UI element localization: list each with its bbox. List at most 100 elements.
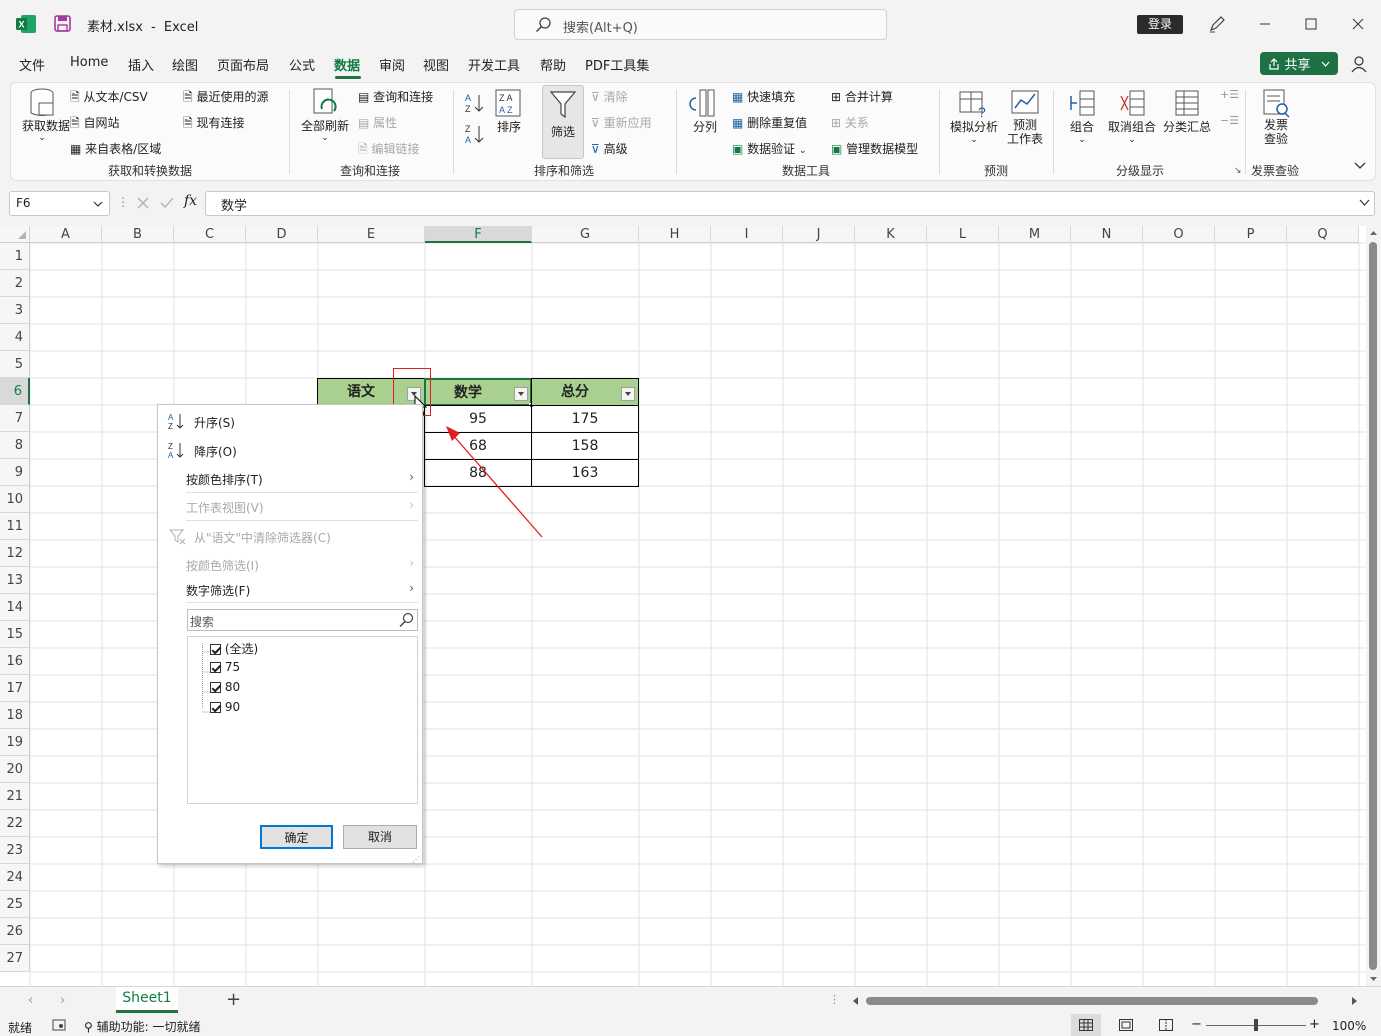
- column-header-h[interactable]: H: [639, 226, 711, 243]
- consolidate-button[interactable]: ⊞ 合并计算: [831, 88, 893, 105]
- tab-file[interactable]: 文件: [19, 55, 45, 75]
- ok-button[interactable]: 确定: [260, 825, 333, 849]
- filter-option[interactable]: 90: [210, 700, 240, 714]
- tab-page-layout[interactable]: 页面布局: [217, 55, 269, 75]
- sort-ascending-button[interactable]: AZ: [465, 92, 485, 114]
- reapply-button[interactable]: ⊽ 重新应用: [591, 114, 652, 131]
- column-header-n[interactable]: N: [1071, 226, 1143, 243]
- column-header-e[interactable]: E: [318, 226, 425, 243]
- sort-descending-button[interactable]: ZA: [465, 123, 485, 145]
- from-text-csv-button[interactable]: 🗎 从文本/CSV: [70, 88, 148, 109]
- tab-draw[interactable]: 绘图: [172, 55, 198, 75]
- row-header-4[interactable]: 4: [0, 324, 30, 351]
- filter-dropdown-total[interactable]: [621, 387, 635, 401]
- remove-duplicates-button[interactable]: ▦ 删除重复值: [732, 114, 807, 131]
- column-header-k[interactable]: K: [855, 226, 927, 243]
- horizontal-scroll-thumb[interactable]: [866, 997, 1318, 1005]
- prev-sheet-icon[interactable]: ‹: [28, 993, 33, 1008]
- macro-record-icon[interactable]: [52, 1019, 66, 1031]
- relationships-button[interactable]: ⊞ 关系: [831, 114, 869, 131]
- existing-connections-button[interactable]: 🗎 现有连接: [183, 114, 245, 135]
- row-header-16[interactable]: 16: [0, 648, 30, 675]
- text-to-columns-button[interactable]: 分列: [688, 88, 722, 135]
- filter-by-color-item[interactable]: 按颜色筛选(I) ›: [158, 554, 422, 576]
- subtotal-button[interactable]: 分类汇总: [1162, 88, 1212, 135]
- tab-insert[interactable]: 插入: [128, 55, 154, 75]
- row-header-6[interactable]: 6: [0, 378, 30, 405]
- pen-icon[interactable]: [1207, 14, 1227, 34]
- tab-pdf-tools[interactable]: PDF工具集: [585, 55, 649, 75]
- refresh-all-button[interactable]: 全部刷新 ⌄: [300, 87, 350, 143]
- advanced-filter-button[interactable]: ⊽ 高级: [591, 140, 628, 157]
- sheet-view-item[interactable]: 工作表视图(V) ›: [158, 496, 422, 518]
- tab-data[interactable]: 数据: [334, 55, 360, 75]
- row-header-7[interactable]: 7: [0, 405, 30, 432]
- login-button[interactable]: 登录: [1137, 15, 1183, 34]
- tab-home[interactable]: Home: [70, 55, 108, 75]
- tab-formulas[interactable]: 公式: [289, 55, 315, 75]
- dialog-launcher-icon[interactable]: ↘: [1234, 166, 1242, 176]
- column-header-c[interactable]: C: [174, 226, 246, 243]
- comment-icon[interactable]: [1350, 55, 1368, 73]
- row-header-11[interactable]: 11: [0, 513, 30, 540]
- zoom-slider-thumb[interactable]: [1254, 1019, 1258, 1031]
- tab-view[interactable]: 视图: [423, 55, 449, 75]
- column-header-i[interactable]: I: [711, 226, 783, 243]
- row-header-14[interactable]: 14: [0, 594, 30, 621]
- flash-fill-button[interactable]: ▦ 快速填充: [732, 88, 795, 105]
- from-table-button[interactable]: ▦ 来自表格/区域: [70, 140, 161, 157]
- column-header-m[interactable]: M: [999, 226, 1071, 243]
- zoom-in-icon[interactable]: +: [1309, 1017, 1320, 1032]
- vertical-scrollbar[interactable]: [1366, 226, 1381, 986]
- scroll-left-icon[interactable]: [852, 996, 859, 1006]
- column-header-o[interactable]: O: [1143, 226, 1215, 243]
- row-header-26[interactable]: 26: [0, 918, 30, 945]
- from-web-button[interactable]: 🗎 自网站: [70, 114, 120, 135]
- forecast-sheet-button[interactable]: 预测 工作表: [1006, 88, 1044, 146]
- close-icon[interactable]: [1335, 0, 1381, 48]
- scroll-down-icon[interactable]: [1369, 976, 1378, 982]
- tab-developer[interactable]: 开发工具: [468, 55, 520, 75]
- sort-ascending-item[interactable]: AZ 升序(S): [158, 410, 422, 432]
- edit-links-button[interactable]: 🗎 编辑链接: [358, 140, 420, 161]
- collapse-ribbon-icon[interactable]: [1354, 162, 1366, 170]
- column-header-b[interactable]: B: [102, 226, 174, 243]
- page-break-view-icon[interactable]: [1159, 1019, 1173, 1031]
- name-box[interactable]: F6: [9, 191, 110, 216]
- invoice-check-button[interactable]: 发票 查验: [1256, 88, 1296, 146]
- row-header-9[interactable]: 9: [0, 459, 30, 486]
- row-header-22[interactable]: 22: [0, 810, 30, 837]
- minimize-icon[interactable]: [1242, 0, 1288, 48]
- column-header-a[interactable]: A: [30, 226, 102, 243]
- hide-detail-icon[interactable]: −☰: [1220, 114, 1239, 127]
- row-header-15[interactable]: 15: [0, 621, 30, 648]
- row-header-10[interactable]: 10: [0, 486, 30, 513]
- zoom-out-icon[interactable]: −: [1191, 1017, 1202, 1032]
- column-header-p[interactable]: P: [1215, 226, 1287, 243]
- row-header-21[interactable]: 21: [0, 783, 30, 810]
- clear-filter-button[interactable]: ⊽ 清除: [591, 88, 628, 105]
- scroll-up-icon[interactable]: [1369, 230, 1378, 236]
- show-detail-icon[interactable]: +☰: [1220, 88, 1239, 101]
- number-filter-item[interactable]: 数字筛选(F) ›: [158, 579, 422, 601]
- row-header-24[interactable]: 24: [0, 864, 30, 891]
- row-header-17[interactable]: 17: [0, 675, 30, 702]
- clear-filter-item[interactable]: 从"语文"中清除筛选器(C): [158, 525, 422, 547]
- cancel-button[interactable]: 取消: [343, 825, 417, 849]
- filter-option[interactable]: 75: [210, 660, 240, 674]
- search-box[interactable]: 搜索(Alt+Q): [514, 9, 887, 40]
- splitter-icon[interactable]: ⋮: [829, 993, 840, 1006]
- filter-dropdown-math[interactable]: [514, 387, 528, 401]
- properties-button[interactable]: ▤ 属性: [358, 114, 397, 131]
- column-header-l[interactable]: L: [927, 226, 999, 243]
- next-sheet-icon[interactable]: ›: [60, 993, 65, 1008]
- get-data-button[interactable]: 获取数据 ⌄: [22, 87, 70, 143]
- row-header-2[interactable]: 2: [0, 270, 30, 297]
- column-header-f[interactable]: F: [425, 226, 532, 243]
- page-layout-view-icon[interactable]: [1119, 1019, 1133, 1031]
- data-validation-button[interactable]: ▣ 数据验证 ⌄: [732, 140, 807, 157]
- checkbox-checked[interactable]: [210, 702, 221, 713]
- checkbox-checked[interactable]: [210, 662, 221, 673]
- row-header-23[interactable]: 23: [0, 837, 30, 864]
- row-header-13[interactable]: 13: [0, 567, 30, 594]
